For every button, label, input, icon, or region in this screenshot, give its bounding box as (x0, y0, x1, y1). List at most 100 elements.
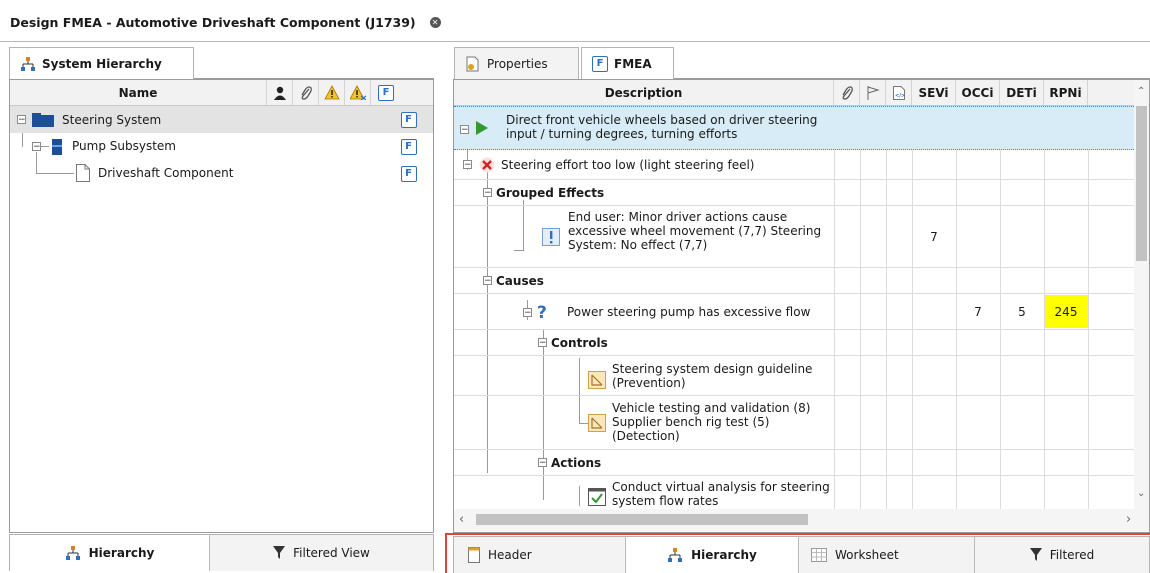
expander[interactable]: − (483, 276, 492, 286)
expander[interactable]: − (538, 458, 547, 468)
tree-label: Pump Subsystem (72, 139, 176, 153)
expander[interactable]: − (463, 160, 472, 170)
fmea-icon[interactable]: F (400, 111, 417, 128)
actions-row[interactable]: − Actions (454, 450, 1134, 476)
hierarchy-icon (668, 548, 683, 562)
tree-row-driveshaft-component[interactable]: Driveshaft Component F (10, 152, 433, 187)
chevron-left-icon[interactable]: ‹ (459, 512, 464, 527)
effect-sev-value[interactable]: 7 (912, 230, 956, 244)
causes-row[interactable]: − Causes (454, 268, 1134, 294)
properties-icon (466, 56, 479, 71)
tab-properties[interactable]: Properties (454, 47, 579, 79)
controls-label: Controls (551, 336, 608, 350)
paperclip-icon (300, 85, 312, 100)
column-header-occ[interactable]: OCCi (956, 80, 1000, 105)
column-header-attachments[interactable] (293, 80, 319, 105)
svg-text:</>: </> (895, 93, 905, 99)
control-ruler-icon (588, 414, 606, 432)
expander[interactable]: − (538, 338, 547, 348)
column-header-code[interactable]: </> (886, 80, 912, 105)
tab-label: FMEA (614, 56, 652, 71)
chevron-right-icon[interactable]: › (1126, 512, 1131, 527)
play-icon (476, 121, 488, 135)
person-icon (273, 86, 286, 100)
column-header-flag[interactable] (860, 80, 886, 105)
column-header-rpn[interactable]: RPNi (1044, 80, 1088, 105)
grouped-effects-label: Grouped Effects (496, 186, 605, 200)
tab-label: Hierarchy (88, 546, 155, 560)
expander[interactable]: − (460, 125, 469, 135)
column-header-owner[interactable] (267, 80, 293, 105)
grid-header: Name F (10, 80, 433, 106)
cause-det-value[interactable]: 5 (1000, 305, 1044, 319)
tab-filtered-view[interactable]: Filtered View (210, 535, 433, 571)
tree-label: Driveshaft Component (98, 166, 234, 180)
control-ruler-icon (588, 371, 606, 389)
tab-hierarchy[interactable]: Hierarchy (10, 535, 210, 571)
paperclip-icon (841, 85, 853, 100)
tab-label: Hierarchy (691, 548, 757, 562)
fmea-icon[interactable]: F (400, 138, 417, 155)
close-icon[interactable]: ✕ (429, 16, 441, 28)
tab-system-hierarchy[interactable]: System Hierarchy (9, 47, 194, 79)
hierarchy-icon (65, 546, 80, 560)
controls-row[interactable]: − Controls (454, 330, 1134, 356)
tab-hierarchy[interactable]: Hierarchy (626, 537, 799, 573)
tree-row-pump-subsystem[interactable]: − Pump Subsystem F (10, 133, 433, 160)
actions-label: Actions (551, 456, 602, 470)
tab-fmea[interactable]: F FMEA (581, 47, 674, 79)
grid-body: − Direct front vehicle wheels based on d… (454, 106, 1134, 509)
causes-label: Causes (496, 274, 544, 288)
chevron-up-icon[interactable]: ⌃ (1137, 86, 1145, 97)
fmea-icon[interactable]: F (400, 165, 417, 182)
cause-row[interactable]: − ? Power steering pump has excessive fl… (454, 294, 1134, 330)
effect-row[interactable]: End user: Minor driver actions cause exc… (454, 206, 1134, 268)
function-text: Direct front vehicle wheels based on dri… (506, 113, 818, 141)
tab-header[interactable]: Header (454, 537, 626, 573)
tab-worksheet[interactable]: Worksheet (799, 537, 975, 573)
left-bottom-tabs: Hierarchy Filtered View (9, 534, 434, 571)
control-row[interactable]: Vehicle testing and validation (8) Suppl… (454, 396, 1134, 450)
column-header-warnings[interactable] (319, 80, 345, 105)
failure-row[interactable]: − Steering effort too low (light steerin… (454, 150, 1134, 180)
tab-label: Filtered (1049, 548, 1095, 562)
cause-occ-value[interactable]: 7 (956, 305, 1000, 319)
expander[interactable]: − (483, 188, 492, 198)
column-header-sev[interactable]: SEVi (912, 80, 956, 105)
column-header-det[interactable]: DETi (1000, 80, 1044, 105)
cause-rpn-value[interactable]: 245 (1044, 305, 1088, 319)
scrollbar-thumb[interactable] (476, 514, 808, 525)
control-text: Steering system design guideline (Preven… (612, 362, 813, 390)
filter-icon (1029, 548, 1042, 561)
cause-question-icon: ? (537, 303, 547, 321)
document-tab[interactable]: Design FMEA - Automotive Driveshaft Comp… (10, 8, 441, 36)
column-header-name[interactable]: Name (10, 80, 267, 105)
column-header-attachments[interactable] (834, 80, 860, 105)
control-row[interactable]: Steering system design guideline (Preven… (454, 356, 1134, 396)
warning-icon (323, 85, 340, 100)
expander[interactable]: − (32, 142, 41, 152)
function-row[interactable]: − Direct front vehicle wheels based on d… (454, 106, 1134, 150)
column-header-extra (1088, 80, 1114, 105)
warning-sub-icon (349, 85, 366, 100)
grid-header: Description </> SEVi OCCi DETi RPNi (454, 80, 1134, 106)
column-header-description[interactable]: Description (454, 80, 834, 105)
tree-row-steering-system[interactable]: − Steering System F (10, 106, 433, 133)
document-icon (76, 164, 90, 182)
folder-icon (32, 112, 54, 127)
grouped-effects-row[interactable]: − Grouped Effects (454, 180, 1134, 206)
tab-filtered[interactable]: Filtered (975, 537, 1149, 573)
tree-label: Steering System (62, 112, 162, 127)
filter-icon (273, 546, 286, 559)
column-header-fmea[interactable]: F (371, 80, 401, 105)
svg-text:?: ? (537, 303, 547, 321)
scrollbar-thumb[interactable] (1136, 106, 1147, 261)
expander[interactable]: − (523, 308, 532, 318)
worksheet-icon (811, 548, 827, 562)
vertical-scrollbar[interactable]: ⌃ ⌄ (1134, 80, 1149, 509)
expander[interactable]: − (17, 115, 26, 125)
highlight-box: Header Hierarchy Worksheet Filtered (445, 533, 1150, 573)
chevron-down-icon[interactable]: ⌄ (1137, 488, 1145, 499)
column-header-warnings-sub[interactable] (345, 80, 371, 105)
horizontal-scrollbar[interactable]: ‹ › (454, 509, 1149, 531)
